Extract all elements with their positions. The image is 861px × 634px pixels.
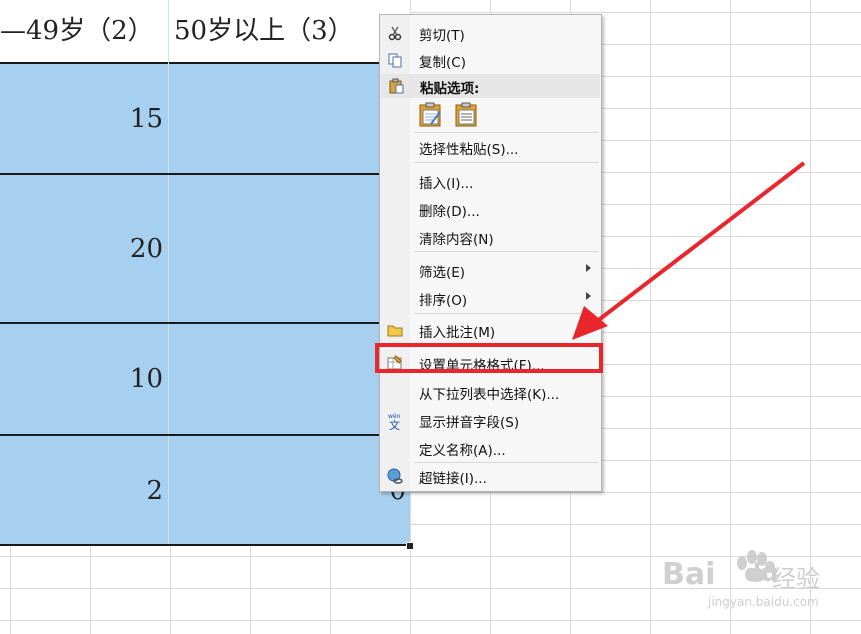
watermark-cn: 经验: [772, 565, 820, 593]
baidu-watermark: Bai du 经验 jingyan.baidu.com: [660, 545, 820, 615]
watermark-brand: Bai: [662, 557, 716, 592]
red-arrow-icon: [572, 161, 806, 340]
watermark-url: jingyan.baidu.com: [708, 595, 819, 609]
